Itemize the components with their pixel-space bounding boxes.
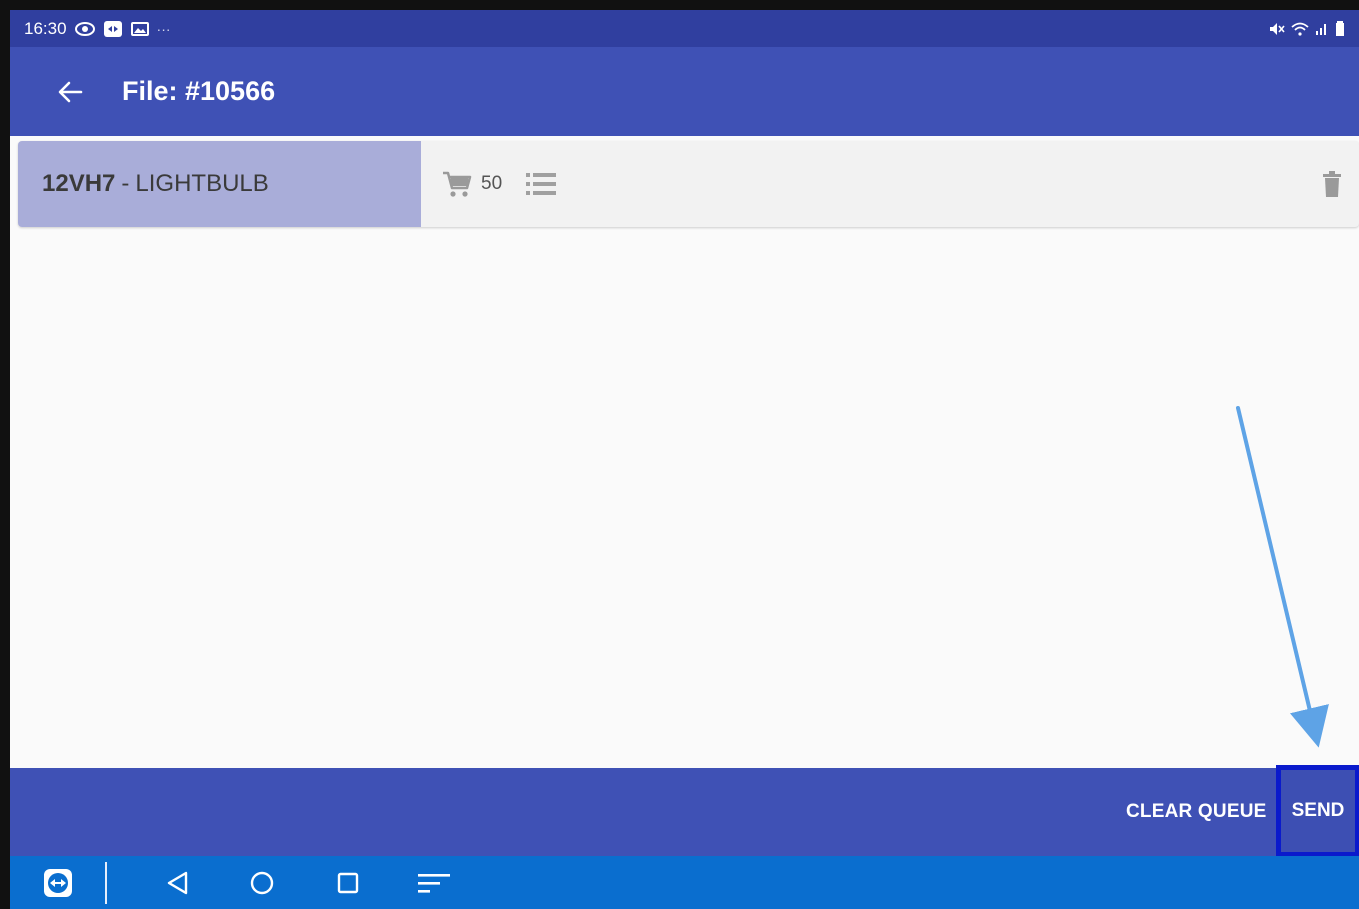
- battery-icon: [1335, 20, 1345, 37]
- teamviewer-icon[interactable]: [40, 865, 76, 901]
- menu-lines-icon[interactable]: [416, 865, 452, 901]
- eye-icon: [74, 21, 95, 36]
- item-quantity: 50: [481, 173, 503, 194]
- list-icon[interactable]: [524, 169, 558, 199]
- shopping-cart-icon: [441, 168, 473, 200]
- teamviewer-status-icon: [103, 20, 123, 38]
- status-time: 16:30: [24, 18, 67, 38]
- app-bar: File: #10566: [10, 47, 1359, 136]
- part-code: 12VH7: [42, 170, 116, 197]
- signal-icon: [1315, 22, 1329, 36]
- nav-bar: [10, 856, 1359, 909]
- status-left: 16:30 ···: [24, 19, 171, 39]
- part-cell[interactable]: 12VH7 - LIGHTBULB: [18, 141, 421, 227]
- action-bar: CLEAR QUEUE SEND: [10, 765, 1359, 857]
- clear-queue-button[interactable]: CLEAR QUEUE: [1126, 796, 1267, 828]
- device-screen: 16:30 ··· File: #10566 12VH7 - LIGHTBULB…: [10, 10, 1359, 909]
- part-separator: -: [121, 170, 130, 197]
- recents-square-icon[interactable]: [330, 865, 366, 901]
- back-triangle-icon[interactable]: [160, 865, 196, 901]
- part-name: LIGHTBULB: [135, 170, 269, 197]
- queue-list: 12VH7 - LIGHTBULB 50: [18, 141, 1359, 227]
- nav-divider: [105, 862, 107, 904]
- status-right: [1269, 20, 1345, 37]
- page-title: File: #10566: [122, 76, 276, 106]
- queue-item[interactable]: 12VH7 - LIGHTBULB 50: [18, 141, 1359, 227]
- status-bar: 16:30 ···: [10, 10, 1359, 47]
- back-button[interactable]: [50, 72, 90, 112]
- wifi-icon: [1291, 22, 1309, 36]
- arrow-left-icon: [57, 81, 83, 103]
- trash-icon[interactable]: [1319, 168, 1345, 200]
- device-frame: 16:30 ··· File: #10566 12VH7 - LIGHTBULB…: [0, 0, 1359, 909]
- mute-icon: [1269, 22, 1285, 36]
- photo-icon: [130, 21, 149, 37]
- home-circle-icon[interactable]: [244, 865, 280, 901]
- send-button[interactable]: SEND: [1276, 765, 1359, 857]
- status-more: ···: [156, 20, 171, 37]
